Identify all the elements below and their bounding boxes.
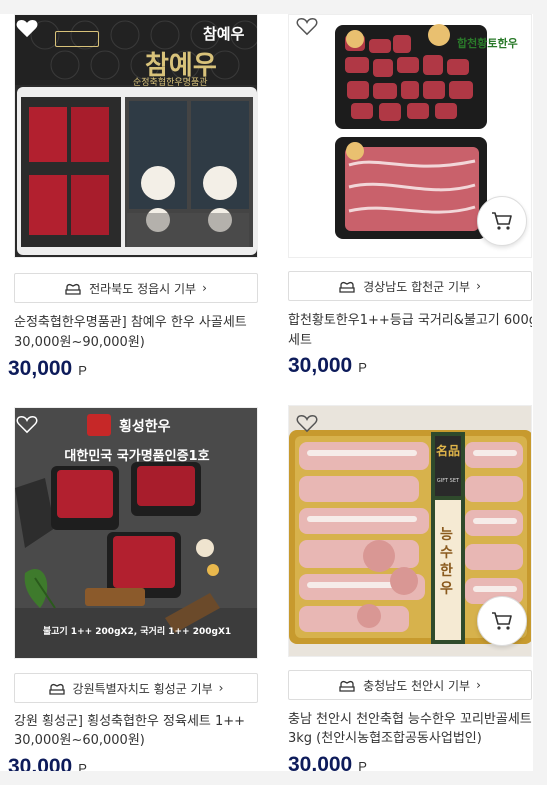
brand-logo-text: 합천황토한우 [457, 37, 518, 50]
product-title-line2[interactable]: 30,000원~60,000원) [14, 731, 258, 751]
brand-logo-text: 횡성한우 [119, 419, 171, 435]
caption-text: 불고기 1++ 200gX2, 국거리 1++ 200gX1 [42, 627, 232, 637]
product-price: 30,000 P [288, 354, 367, 378]
page-margin-right [533, 0, 547, 785]
brand-subtitle: 순정축협한우명품관 [133, 78, 208, 88]
region-label: 충청남도 천안시 기부 [363, 678, 471, 693]
chevron-right-icon: › [218, 681, 224, 695]
product-title-line1[interactable]: 순정축협한우명품관] 참예우 한우 사골세트 [14, 313, 258, 333]
product-title-line2[interactable]: 30,000원~90,000원) [14, 333, 258, 353]
product-title-line2[interactable]: 세트 [288, 331, 532, 351]
product-price: 30,000 P [8, 357, 87, 381]
label-top: 名品 [435, 444, 460, 458]
product-title-line1[interactable]: 합천황토한우1++등급 국거리&불고기 600g [288, 311, 532, 331]
label-sub: GIFT SET [436, 478, 460, 484]
price-value: 30,000 [288, 354, 353, 377]
brand-logo-text: 능수한우 [440, 527, 453, 597]
region-donation-button[interactable]: 충청남도 천안시 기부 › [288, 670, 532, 700]
chevron-right-icon: › [476, 678, 481, 692]
region-label: 전라북도 정읍시 기부 [89, 281, 197, 296]
product-title-line1[interactable]: 충남 천안시 천안축협 능수한우 꼬리반골세트 [288, 710, 532, 730]
heart-icon[interactable] [16, 18, 38, 38]
hand-heart-icon [65, 281, 81, 295]
region-label: 강원특별자치도 횡성군 기부 [72, 681, 213, 696]
chevron-right-icon: › [202, 281, 207, 295]
page-margin-bottom [0, 771, 547, 785]
heart-icon[interactable] [296, 413, 318, 433]
brand-emblem [87, 414, 111, 436]
banner-text: 대한민국 국가명품인증1호 [64, 449, 210, 464]
product-title-line1[interactable]: 강원 횡성군] 횡성축협한우 정육세트 1++ [14, 712, 258, 732]
cart-icon [492, 212, 512, 230]
brand-emblem [55, 31, 99, 47]
price-value: 30,000 [8, 357, 73, 380]
heart-icon[interactable] [16, 414, 38, 434]
product-title-line2[interactable]: 3kg (천안시농협조합공동사업법인) [288, 729, 532, 749]
region-label: 경상남도 합천군 기부 [363, 279, 471, 294]
chevron-right-icon: › [476, 279, 481, 293]
product-image[interactable]: 횡성한우 대한민국 국가명품인증1호 불고기 1++ 200gX2, 국거리 1… [14, 407, 258, 659]
hand-heart-icon [339, 279, 355, 293]
add-to-cart-button[interactable] [477, 196, 527, 246]
page-margin-top [0, 0, 547, 14]
region-donation-button[interactable]: 강원특별자치도 횡성군 기부 › [14, 673, 258, 703]
region-donation-button[interactable]: 경상남도 합천군 기부 › [288, 271, 532, 301]
product-grid-page: 참예우 참예우 순정축협한우명품관 전라북도 정읍시 기부 › 순정축협한우명품… [0, 0, 547, 785]
heart-icon[interactable] [296, 16, 318, 36]
add-to-cart-button[interactable] [477, 596, 527, 646]
brand-logo-text-small: 참예우 [203, 25, 245, 43]
product-image[interactable]: 참예우 참예우 순정축협한우명품관 [14, 14, 258, 258]
hand-heart-icon [48, 681, 65, 695]
region-donation-button[interactable]: 전라북도 정읍시 기부 › [14, 273, 258, 303]
price-unit: P [78, 363, 87, 378]
price-unit: P [358, 360, 367, 375]
hand-heart-icon [339, 678, 355, 692]
cart-icon [492, 612, 512, 630]
